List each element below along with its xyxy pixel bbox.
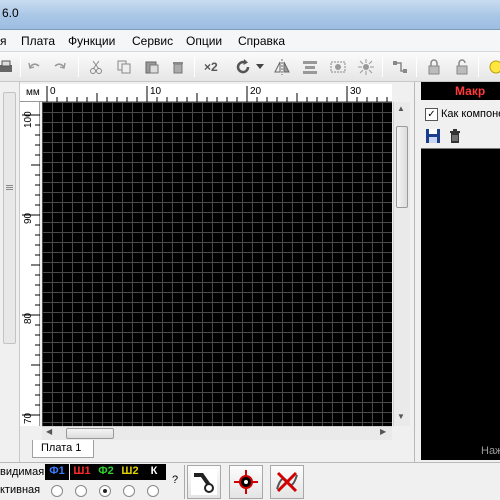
toolbar-separator (382, 57, 383, 77)
mirror-icon[interactable] (272, 57, 292, 77)
layer-toggle-k[interactable]: К (142, 464, 166, 480)
track-icon (191, 469, 217, 495)
as-component-label: Как компоне (441, 108, 500, 120)
active-layer-radio-f2[interactable] (99, 485, 111, 497)
layer-bar-separator (184, 465, 185, 499)
redo-icon[interactable] (50, 57, 70, 77)
active-layer-radio-k[interactable] (147, 485, 159, 497)
toolbar-separator (194, 57, 195, 77)
as-component-checkbox[interactable]: ✓ (425, 108, 438, 121)
select-all-icon[interactable] (356, 57, 376, 77)
vertical-scroll-thumb[interactable] (396, 126, 408, 208)
window-title: 6.0 (2, 6, 19, 20)
layer-toggle-f1[interactable]: Ф1 (45, 464, 69, 480)
unlock-icon[interactable] (452, 57, 472, 77)
align-icon[interactable] (300, 57, 320, 77)
menu-item-edit[interactable]: я (0, 34, 7, 48)
scroll-right-icon[interactable]: ▶ (380, 427, 386, 436)
active-layer-radio-sh2[interactable] (123, 485, 135, 497)
rotate-icon[interactable] (233, 57, 253, 77)
track-mode-button[interactable] (187, 465, 221, 499)
ruler-left: 100 90 80 70 (20, 102, 40, 426)
ruler-left-ticks (22, 114, 40, 416)
active-layer-radio-f1[interactable] (51, 485, 63, 497)
bulb-icon[interactable] (486, 57, 500, 77)
layer-sh2-label: Ш2 (121, 465, 139, 477)
macro-hint: Наж (481, 445, 500, 457)
scroll-down-icon[interactable]: ▼ (397, 412, 405, 421)
layers-help-button[interactable]: ? (172, 474, 178, 486)
toolbar: ×2 (0, 52, 500, 82)
title-bar: 6.0 (0, 0, 500, 30)
macro-list[interactable] (421, 148, 500, 460)
macro-panel-title: Макр (421, 82, 500, 100)
board-horizontal-scrollbar[interactable]: ◀ ▶ (42, 426, 392, 440)
no-connection-icon (276, 471, 298, 493)
menu-item-service[interactable]: Сервис (132, 34, 173, 48)
active-layer-label: ктивная (0, 484, 41, 496)
group-icon[interactable] (328, 57, 348, 77)
grip-icon (6, 185, 13, 186)
layer-toggle-f2[interactable]: Ф2 (94, 464, 118, 480)
ruler-top-label: 0 (50, 86, 56, 97)
active-layer-radio-sh1[interactable] (75, 485, 87, 497)
scroll-up-icon[interactable]: ▲ (397, 104, 405, 113)
visible-layers-label: видимая (0, 466, 45, 478)
board-vertical-scrollbar[interactable]: ▲ ▼ (393, 102, 410, 426)
pad-crosshair-icon (234, 470, 258, 494)
print-icon[interactable] (0, 57, 16, 77)
route-icon[interactable] (390, 57, 410, 77)
menu-item-board[interactable]: Плата (21, 34, 55, 48)
ruler-top-label: 20 (250, 86, 262, 97)
menu-item-help[interactable]: Справка (238, 34, 285, 48)
no-connection-button[interactable] (270, 465, 304, 499)
toolbar-separator (78, 57, 79, 77)
toolbar-separator (478, 57, 479, 77)
board-canvas[interactable] (42, 102, 392, 426)
ruler-top: мм 0 10 20 30 (20, 84, 392, 102)
ruler-left-label: 70 (23, 412, 34, 424)
multiply-x2-button[interactable]: ×2 (204, 60, 218, 74)
undo-icon[interactable] (24, 57, 44, 77)
delete-icon[interactable] (447, 128, 463, 144)
layer-toggle-sh2[interactable]: Ш2 (118, 464, 142, 480)
ruler-top-label: 10 (150, 86, 162, 97)
layer-toggle-sh1[interactable]: Ш1 (70, 464, 94, 480)
layer-f1-label: Ф1 (49, 465, 65, 477)
save-icon[interactable] (425, 128, 441, 144)
menu-bar: я Плата Функции Сервис Опции Справка (0, 30, 500, 52)
layer-sh1-label: Ш1 (73, 465, 91, 477)
chevron-down-icon[interactable] (254, 57, 266, 77)
ruler-top-label: 30 (350, 86, 362, 97)
horizontal-scroll-thumb[interactable] (66, 428, 114, 439)
scroll-left-icon[interactable]: ◀ (46, 427, 52, 436)
menu-item-functions[interactable]: Функции (68, 34, 115, 48)
copy-icon[interactable] (114, 57, 134, 77)
pad-mode-button[interactable] (229, 465, 263, 499)
menu-item-options[interactable]: Опции (186, 34, 222, 48)
layer-k-label: К (150, 465, 158, 477)
layer-f2-label: Ф2 (98, 465, 114, 477)
left-panel (0, 82, 20, 462)
toolbar-separator (416, 57, 417, 77)
paste-icon[interactable] (142, 57, 162, 77)
ruler-left-label: 100 (23, 111, 34, 128)
ruler-left-label: 90 (23, 212, 34, 224)
left-panel-scrollbar[interactable] (3, 92, 16, 344)
ruler-top-ticks (46, 86, 388, 102)
lock-icon[interactable] (424, 57, 444, 77)
toolbar-separator (20, 57, 21, 77)
cut-icon[interactable] (86, 57, 106, 77)
ruler-left-label: 80 (23, 312, 34, 324)
layer-bar: видимая ктивная Ф1 Ш1 Ф2 Ш2 К ? (0, 462, 500, 500)
board-tab-bar: Плата 1 (20, 440, 410, 460)
trash-icon[interactable] (168, 57, 188, 77)
tab-board-1[interactable]: Плата 1 (32, 440, 94, 458)
macro-panel: Макр ✓ Как компоне Наж (414, 82, 500, 462)
